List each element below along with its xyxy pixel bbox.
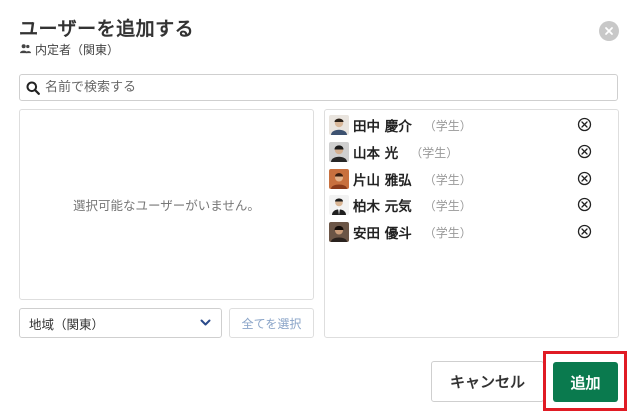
search-input[interactable] <box>45 80 605 95</box>
avatar <box>329 222 349 242</box>
user-role: （学生） <box>423 118 472 133</box>
dialog-title: ユーザーを追加する <box>19 18 195 40</box>
remove-user-icon[interactable] <box>577 171 592 186</box>
remove-user-icon[interactable] <box>577 197 592 212</box>
selected-user-row: 柏木 元気 （学生） <box>329 194 614 216</box>
selected-users-list: 田中 慶介 （学生） 山本 光 （学生） 片山 雅弘 （学生） 柏木 元気 （学… <box>324 109 619 338</box>
empty-message: 選択可能なユーザーがいません。 <box>73 198 260 213</box>
user-name: 田中 慶介 <box>353 119 412 135</box>
user-name: 山本 光 <box>353 146 399 162</box>
close-icon <box>604 26 614 36</box>
available-users-list: 選択可能なユーザーがいません。 <box>19 109 314 300</box>
selected-user-row: 田中 慶介 （学生） <box>329 114 614 136</box>
cancel-button[interactable]: キャンセル <box>431 361 544 402</box>
avatar <box>329 195 349 215</box>
search-icon <box>26 81 40 95</box>
region-select-value: 地域（関東） <box>29 316 105 332</box>
dialog-subtitle: 内定者（関東） <box>20 41 119 58</box>
select-all-button[interactable]: 全てを選択 <box>229 308 314 338</box>
user-name: 片山 雅弘 <box>353 173 412 189</box>
close-button[interactable] <box>599 21 619 41</box>
user-role: （学生） <box>423 225 472 240</box>
user-name: 柏木 元気 <box>353 199 412 215</box>
subtitle-label: 内定者（関東） <box>35 43 120 57</box>
user-role: （学生） <box>410 145 459 160</box>
user-role: （学生） <box>423 172 472 187</box>
search-box <box>19 74 618 101</box>
selected-user-row: 山本 光 （学生） <box>329 141 614 163</box>
user-name: 安田 優斗 <box>353 226 412 242</box>
add-user-dialog: ユーザーを追加する 内定者（関東） 選択可能なユーザーがいません。 地域（関東）… <box>0 0 634 419</box>
chevron-down-icon <box>200 319 211 327</box>
user-role: （学生） <box>423 198 472 213</box>
group-icon <box>20 43 31 57</box>
remove-user-icon[interactable] <box>577 224 592 239</box>
remove-user-icon[interactable] <box>577 117 592 132</box>
remove-user-icon[interactable] <box>577 144 592 159</box>
selected-user-row: 片山 雅弘 （学生） <box>329 168 614 190</box>
avatar <box>329 169 349 189</box>
region-select[interactable]: 地域（関東） <box>19 308 222 338</box>
add-button[interactable]: 追加 <box>553 362 618 402</box>
avatar <box>329 142 349 162</box>
avatar <box>329 115 349 135</box>
selected-user-row: 安田 優斗 （学生） <box>329 221 614 243</box>
